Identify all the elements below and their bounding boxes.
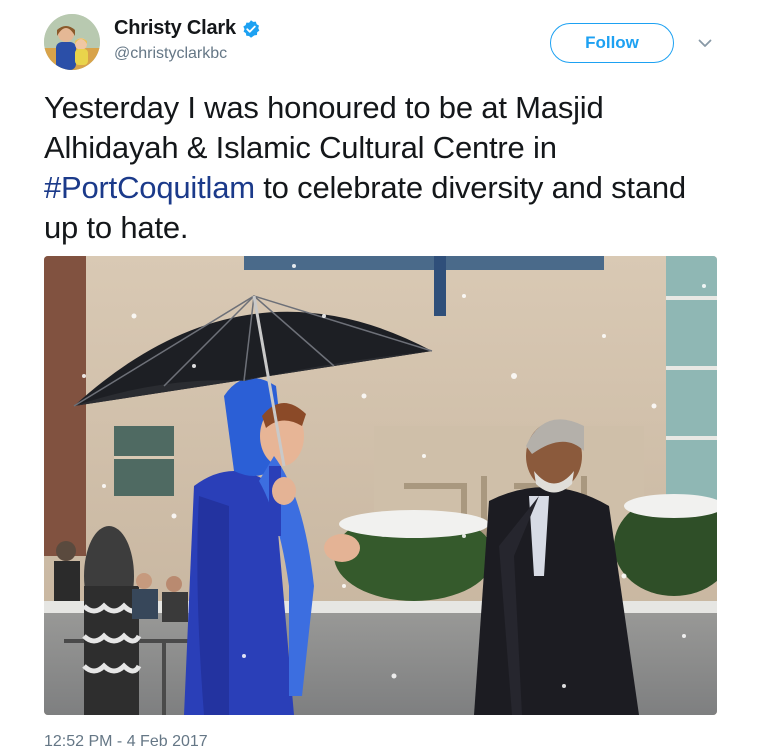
follow-button[interactable]: Follow [550, 23, 674, 63]
tweet-text: Yesterday I was honoured to be at Masjid… [44, 88, 724, 248]
photo-image [44, 256, 717, 715]
author-name-row: Christy Clark [114, 17, 261, 40]
author-avatar[interactable] [44, 14, 100, 70]
chevron-down-icon[interactable] [694, 32, 716, 54]
verified-badge-icon [241, 19, 261, 39]
hashtag-link[interactable]: #PortCoquitlam [44, 170, 255, 205]
author-display-name[interactable]: Christy Clark [114, 17, 236, 40]
tweet-photo[interactable] [44, 256, 717, 715]
author-handle[interactable]: @christyclarkbc [114, 45, 227, 63]
tweet-card: Christy Clark @christyclarkbc Follow Yes… [0, 0, 763, 756]
tweet-timestamp[interactable]: 12:52 PM - 4 Feb 2017 [44, 733, 208, 751]
avatar-image [44, 14, 100, 70]
tweet-text-part-1: Yesterday I was honoured to be at Masjid… [44, 90, 604, 165]
